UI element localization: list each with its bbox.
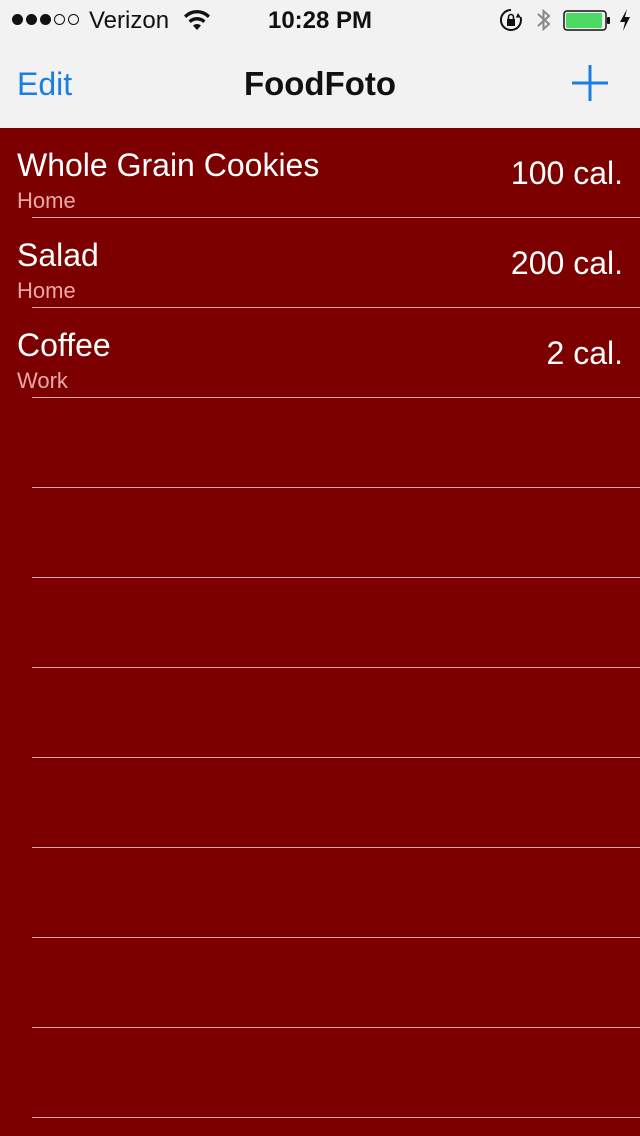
food-location: Home [17,278,76,303]
food-location: Work [17,368,68,393]
row-separator [32,1027,640,1028]
row-separator [32,757,640,758]
food-calories: 200 cal. [510,245,623,281]
row-separator [32,577,640,578]
food-name: Salad [17,237,99,273]
food-name: Whole Grain Cookies [17,147,320,183]
table-row[interactable]: Salad Home 200 cal. [0,218,640,308]
status-bar: Verizon 10:28 PM [0,0,640,40]
battery-icon [563,10,610,31]
bluetooth-icon [537,8,551,32]
food-table: Whole Grain Cookies Home 100 cal. Salad … [0,128,640,1136]
row-separator [32,487,640,488]
table-row[interactable]: Coffee Work 2 cal. [0,308,640,398]
add-button[interactable] [571,64,609,102]
row-separator [32,937,640,938]
table-row[interactable]: Whole Grain Cookies Home 100 cal. [0,128,640,218]
plus-icon [572,65,608,101]
row-separator [32,667,640,668]
header: Verizon 10:28 PM Edit FoodFoto [0,0,640,128]
food-location: Home [17,188,76,213]
rotation-lock-icon [499,8,522,31]
row-separator [32,847,640,848]
row-separator [32,1117,640,1118]
food-calories: 100 cal. [510,155,623,191]
row-separator [32,397,640,398]
charging-icon [620,9,630,31]
row-separator [32,307,640,308]
food-calories: 2 cal. [546,335,623,371]
food-name: Coffee [17,327,111,363]
row-separator [32,217,640,218]
page-title: FoodFoto [243,65,397,102]
